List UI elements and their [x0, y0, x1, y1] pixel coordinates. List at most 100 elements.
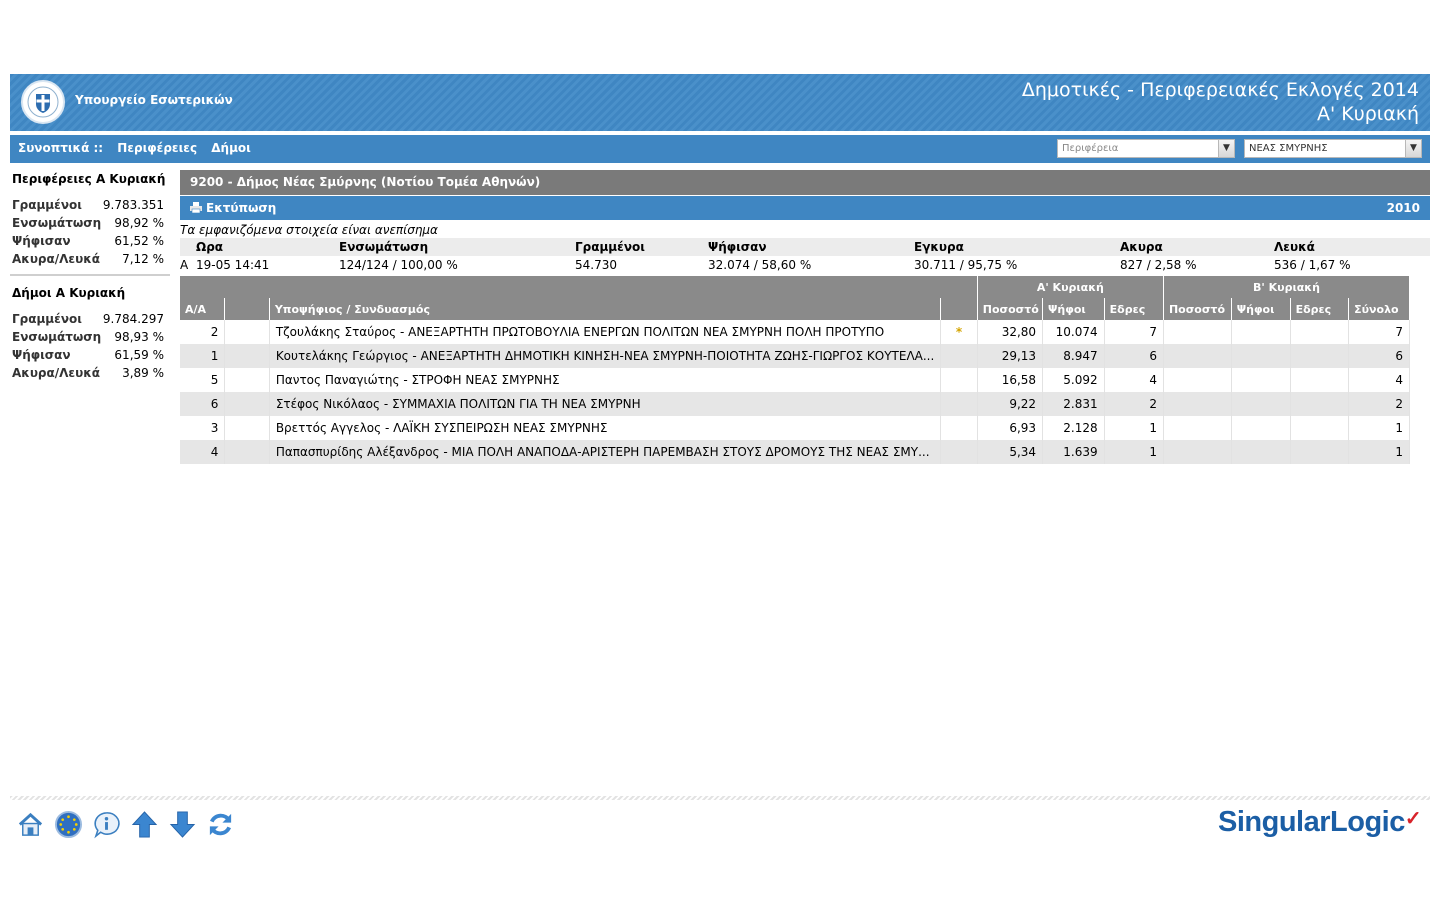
- cell-b-votes: [1231, 344, 1291, 368]
- col-a-pct[interactable]: Ποσοστό: [977, 298, 1044, 320]
- summary-blank: 536 / 1,67 %: [1274, 258, 1351, 272]
- stat-row: Ακυρα/Λευκά 3,89 %: [10, 364, 170, 382]
- footer-toolbar: [16, 810, 235, 839]
- col-a-seats[interactable]: Εδρες: [1104, 298, 1164, 320]
- cell-b-pct: [1163, 320, 1232, 344]
- cell-a-seats: 1: [1104, 416, 1164, 440]
- title-line-2: Α' Κυριακή: [1317, 103, 1419, 125]
- cell-candidate: Παντος Παναγιώτης - ΣΤΡΟΦΗ ΝΕΑΣ ΣΜΥΡΝΗΣ: [269, 368, 942, 392]
- cell-b-seats: [1290, 368, 1350, 392]
- cell-a-pct: 29,13: [977, 344, 1044, 368]
- group-header-blank: [180, 276, 978, 298]
- col-blank: [224, 298, 270, 320]
- cell-b-pct: [1163, 344, 1232, 368]
- stat-value: 61,52 %: [114, 234, 164, 248]
- cell-a-votes: 10.074: [1042, 320, 1105, 344]
- municipality-select[interactable]: ΝΕΑΣ ΣΜΥΡΝΗΣ ▼: [1244, 139, 1422, 158]
- cell-candidate: Παπασπυρίδης Αλέξανδρος - ΜΙΑ ΠΟΛΗ ΑΝΑΠΟ…: [269, 440, 942, 464]
- stat-label: Γραμμένοι: [12, 198, 82, 212]
- summary-registered: 54.730: [575, 258, 617, 272]
- stat-row: Ενσωμάτωση 98,92 %: [10, 214, 170, 232]
- cell-a-pct: 6,93: [977, 416, 1044, 440]
- results-panel: 9200 - Δήμος Νέας Σμύρνης (Νοτίου Τομέα …: [180, 170, 1430, 464]
- summary-header-integration: Ενσωμάτωση: [339, 240, 429, 254]
- cell-a-seats: 4: [1104, 368, 1164, 392]
- nav-municipalities-link[interactable]: Δήμοι: [211, 141, 251, 155]
- brand-part-1: Singular: [1218, 806, 1331, 838]
- stat-label: Ενσωμάτωση: [12, 216, 102, 230]
- cell-blank: [224, 320, 270, 344]
- summary-header-voted: Ψήφισαν: [708, 240, 767, 254]
- summary-valid: 30.711 / 95,75 %: [914, 258, 1018, 272]
- col-candidate[interactable]: Υποψήφιος / Συνδυασμός: [269, 298, 942, 320]
- cell-blank: [224, 440, 270, 464]
- col-aa[interactable]: Α/Α: [180, 298, 226, 320]
- info-icon[interactable]: [92, 810, 121, 839]
- nav-summary-link[interactable]: Συνοπτικά ::: [18, 141, 103, 155]
- col-b-pct[interactable]: Ποσοστό: [1163, 298, 1232, 320]
- table-row[interactable]: 2 Τζουλάκης Σταύρος - ΑΝΕΞΑΡΤΗΤΗ ΠΡΩΤΟΒΟΥ…: [180, 320, 1410, 344]
- cell-a-votes: 8.947: [1042, 344, 1105, 368]
- nav-links: Συνοπτικά :: Περιφέρειες Δήμοι: [18, 141, 261, 155]
- table-row[interactable]: 3 Βρεττός Αγγελος - ΛΑΪΚΗ ΣΥΣΠΕΙΡΩΣΗ ΝΕΑΣ…: [180, 416, 1410, 440]
- cell-candidate: Κουτελάκης Γεώργιος - ΑΝΕΞΑΡΤΗΤΗ ΔΗΜΟΤΙΚ…: [269, 344, 942, 368]
- cell-aa: 1: [180, 344, 226, 368]
- col-b-votes[interactable]: Ψήφοι: [1231, 298, 1291, 320]
- col-b-seats[interactable]: Εδρες: [1290, 298, 1350, 320]
- stats-sidebar: Περιφέρειες Α Κυριακή Γραμμένοι 9.783.351…: [10, 170, 170, 398]
- col-star: [940, 298, 978, 320]
- cell-blank: [224, 368, 270, 392]
- cell-b-seats: [1290, 440, 1350, 464]
- stat-label: Ενσωμάτωση: [12, 330, 102, 344]
- stat-value: 98,92 %: [114, 216, 164, 230]
- cell-star: [940, 440, 978, 464]
- cell-total: 2: [1348, 392, 1410, 416]
- region-select-value: Περιφέρεια: [1062, 143, 1119, 154]
- summary-header-blank: Λευκά: [1274, 240, 1315, 254]
- arrow-down-icon[interactable]: [168, 810, 197, 839]
- arrow-up-icon[interactable]: [130, 810, 159, 839]
- table-group-header-row: Α' Κυριακή Β' Κυριακή: [180, 276, 1411, 298]
- group-header-round-a: Α' Κυριακή: [977, 276, 1164, 298]
- print-button[interactable]: Εκτύπωση: [190, 201, 276, 215]
- stat-label: Ψήφισαν: [12, 234, 71, 248]
- table-row[interactable]: 1 Κουτελάκης Γεώργιος - ΑΝΕΞΑΡΤΗΤΗ ΔΗΜΟΤΙ…: [180, 344, 1410, 368]
- home-icon[interactable]: [16, 810, 45, 839]
- table-row[interactable]: 4 Παπασπυρίδης Αλέξανδρος - ΜΙΑ ΠΟΛΗ ΑΝΑΠ…: [180, 440, 1410, 464]
- cell-candidate: Στέφος Νικόλαος - ΣΥΜΜΑΧΙΑ ΠΟΛΙΤΩΝ ΓΙΑ Τ…: [269, 392, 942, 416]
- stat-value: 7,12 %: [122, 252, 164, 266]
- cell-aa: 6: [180, 392, 226, 416]
- table-header-row: Α/Α Υποψήφιος / Συνδυασμός Ποσοστό Ψήφοι…: [180, 298, 1410, 320]
- cell-a-seats: 1: [1104, 440, 1164, 464]
- table-row[interactable]: 6 Στέφος Νικόλαος - ΣΥΜΜΑΧΙΑ ΠΟΛΙΤΩΝ ΓΙΑ …: [180, 392, 1410, 416]
- header-banner: Υπουργείο Εσωτερικών Δημοτικές - Περιφερ…: [10, 74, 1430, 131]
- stat-row: Γραμμένοι 9.784.297: [10, 310, 170, 328]
- europe-icon[interactable]: [54, 810, 83, 839]
- chevron-down-icon[interactable]: ▼: [1405, 140, 1421, 157]
- cell-b-votes: [1231, 392, 1291, 416]
- group-header-round-b: Β' Κυριακή: [1163, 276, 1411, 298]
- table-row[interactable]: 5 Παντος Παναγιώτης - ΣΤΡΟΦΗ ΝΕΑΣ ΣΜΥΡΝΗΣ…: [180, 368, 1410, 392]
- year-label: 2010: [1386, 201, 1420, 215]
- summary-header-registered: Γραμμένοι: [575, 240, 645, 254]
- brand-tick-mark: ✓: [1404, 808, 1422, 830]
- refresh-icon[interactable]: [206, 810, 235, 839]
- cell-candidate: Τζουλάκης Σταύρος - ΑΝΕΞΑΡΤΗΤΗ ΠΡΩΤΟΒΟΥΛ…: [269, 320, 942, 344]
- stat-label: Ψήφισαν: [12, 348, 71, 362]
- col-a-votes[interactable]: Ψήφοι: [1042, 298, 1105, 320]
- cell-b-seats: [1290, 416, 1350, 440]
- col-total[interactable]: Σύνολο: [1348, 298, 1410, 320]
- stat-row: Ψήφισαν 61,59 %: [10, 346, 170, 364]
- regions-stats: Περιφέρειες Α Κυριακή Γραμμένοι 9.783.351…: [10, 172, 170, 276]
- cell-star: [940, 368, 978, 392]
- cell-a-votes: 2.128: [1042, 416, 1105, 440]
- cell-star: [940, 392, 978, 416]
- region-select[interactable]: Περιφέρεια ▼: [1057, 139, 1235, 158]
- nav-regions-link[interactable]: Περιφέρειες: [117, 141, 197, 155]
- chevron-down-icon[interactable]: ▼: [1218, 140, 1234, 157]
- print-label: Εκτύπωση: [206, 201, 277, 215]
- cell-b-votes: [1231, 440, 1291, 464]
- municipality-select-value: ΝΕΑΣ ΣΜΥΡΝΗΣ: [1249, 143, 1328, 154]
- cell-star: *: [940, 320, 978, 344]
- cell-a-seats: 2: [1104, 392, 1164, 416]
